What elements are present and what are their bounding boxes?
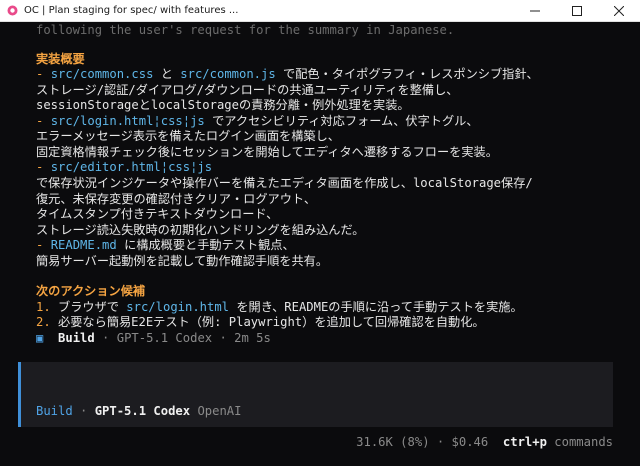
list-item: 簡易サーバー起動例を記載して動作確認手順を共有。 <box>36 254 329 268</box>
build-info-line: ▣ Build · GPT-5.1 Codex · 2m 5s <box>36 331 271 347</box>
token-count: 31.6K (8%) <box>356 435 430 449</box>
status-bar: 31.6K (8%) · $0.46 ctrl+p commands <box>356 435 613 451</box>
file-path: src/login.html¦css¦js <box>50 114 205 128</box>
terminal-pane: following the user's request for the sum… <box>0 22 640 466</box>
list-item: - README.md に構成概要と手動テスト観点、 <box>36 238 295 254</box>
list-item: - src/common.css と src/common.js で配色・タイポ… <box>36 67 539 83</box>
text: ブラウザで <box>58 300 127 314</box>
list-item: エラーメッセージ表示を備えたログイン画面を構築し、 <box>36 129 340 143</box>
separator: · <box>429 435 452 449</box>
transcript-top-line: following the user's request for the sum… <box>36 23 455 37</box>
duration: 2m 5s <box>234 331 271 345</box>
text: でアクセシビリティ対応フォーム、伏字トグル、 <box>204 114 479 128</box>
list-item: - src/editor.html¦css¦js <box>36 160 212 176</box>
list-item: 1. ブラウザで src/login.html を開き、READMEの手順に沿っ… <box>36 300 523 316</box>
text: と <box>153 67 181 81</box>
list-item: ストレージ読込失敗時の初期化ハンドリングを組み込んだ。 <box>36 223 365 237</box>
minimize-icon[interactable] <box>514 0 556 22</box>
bullet: - <box>36 67 51 81</box>
input-mode-label[interactable]: Build <box>36 404 73 418</box>
maximize-icon[interactable] <box>556 0 598 22</box>
separator: · <box>72 404 95 418</box>
commands-label: commands <box>554 435 613 449</box>
file-path: src/common.css <box>50 67 154 81</box>
section-title-summary: 実装概要 <box>36 52 85 66</box>
prompt-input-box[interactable]: Build · GPT-5.1 Codex OpenAI <box>18 362 613 427</box>
text: に構成概要と手動テスト観点、 <box>116 238 295 252</box>
text: を開き、READMEの手順に沿って手動テストを実施。 <box>229 300 523 314</box>
separator: · <box>94 331 117 345</box>
build-mode-label: Build <box>58 331 95 345</box>
bullet: - <box>36 160 51 174</box>
text: で配色・タイポグラフィ・レスポンシブ指針、 <box>275 67 539 81</box>
input-model-name[interactable]: GPT-5.1 Codex <box>95 404 190 418</box>
list-item: 固定資格情報チェック後にセッションを開始してエディタへ遷移するフローを実装。 <box>36 145 498 159</box>
app-icon <box>7 5 18 16</box>
separator: · <box>212 331 235 345</box>
list-item: - src/login.html¦css¦js でアクセシビリティ対応フォーム、… <box>36 114 479 130</box>
list-item: sessionStorageとlocalStorageの責務分離・例外処理を実装… <box>36 98 410 112</box>
item-number: 1. <box>36 300 59 314</box>
window-titlebar: OC | Plan staging for spec/ with feature… <box>0 0 640 22</box>
bullet: - <box>36 114 51 128</box>
model-name: GPT-5.1 Codex <box>116 331 213 345</box>
close-icon[interactable] <box>598 0 640 22</box>
bullet: - <box>36 238 51 252</box>
list-item: 復元、未保存変更の確認付きクリア・ログアウト、 <box>36 192 317 206</box>
text: 必要なら簡易E2Eテスト（例: Playwright）を追加して回帰確認を自動化… <box>58 315 485 329</box>
file-path: src/login.html <box>126 300 230 314</box>
commands-shortcut[interactable]: ctrl+p <box>503 435 547 449</box>
window-title: OC | Plan staging for spec/ with feature… <box>24 5 239 16</box>
file-path: README.md <box>50 238 117 252</box>
list-item: 2. 必要なら簡易E2Eテスト（例: Playwright）を追加して回帰確認を… <box>36 315 485 331</box>
file-path: src/editor.html¦css¦js <box>50 160 213 174</box>
list-item: で保存状況インジケータや操作バーを備えたエディタ画面を作成し、localStor… <box>36 176 533 190</box>
input-mode-line: Build · GPT-5.1 Codex OpenAI <box>36 404 241 420</box>
cost: $0.46 <box>451 435 489 449</box>
file-path: src/common.js <box>180 67 276 81</box>
item-number: 2. <box>36 315 59 329</box>
section-title-next-actions: 次のアクション候補 <box>36 284 146 298</box>
list-item: ストレージ/認証/ダイアログ/ダウンロードの共通ユーティリティを整備し、 <box>36 83 459 97</box>
list-item: タイムスタンプ付きテキストダウンロード、 <box>36 207 279 221</box>
input-provider: OpenAI <box>197 404 242 418</box>
